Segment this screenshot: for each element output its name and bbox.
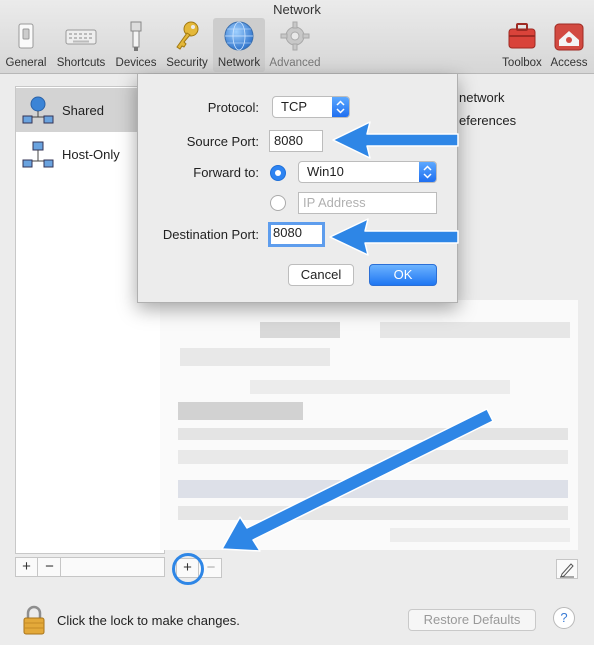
ok-button[interactable]: OK xyxy=(369,264,437,286)
sidebar-add-remove-bar: + − xyxy=(15,557,165,577)
window-toolbar: Network General Shortcuts Devices Securi… xyxy=(0,0,594,74)
ip-address-field[interactable]: IP Address xyxy=(298,192,437,214)
key-icon xyxy=(176,21,199,50)
help-button[interactable]: ? xyxy=(553,607,575,629)
protocol-value: TCP xyxy=(281,99,307,114)
port-forwarding-sheet: Protocol: TCP Source Port: 8080 Forward … xyxy=(137,74,458,303)
edit-button[interactable] xyxy=(556,559,578,579)
background-text-network: network xyxy=(459,90,505,105)
globe-icon xyxy=(224,21,254,51)
pencil-icon xyxy=(560,563,574,578)
toolbar-shortcuts-label: Shortcuts xyxy=(56,57,106,69)
destination-port-field[interactable]: 8080 xyxy=(268,222,325,247)
forward-to-label: Forward to: xyxy=(193,165,259,180)
switch-icon xyxy=(18,23,34,49)
toolbar-access[interactable]: Access xyxy=(546,18,592,72)
toolbar-advanced[interactable]: Advanced xyxy=(267,18,323,72)
background-text-preferences: eferences xyxy=(459,113,517,128)
access-icon xyxy=(554,23,584,51)
usb-icon xyxy=(130,21,142,51)
toolbar-network[interactable]: Network xyxy=(213,18,265,72)
protocol-select[interactable]: TCP xyxy=(272,96,350,118)
keyboard-icon xyxy=(65,29,97,45)
popup-arrows-icon xyxy=(419,162,436,182)
forward-vm-value: Win10 xyxy=(307,164,344,179)
sidebar-item-label: Shared xyxy=(62,103,104,118)
toolbar-toolbox[interactable]: Toolbox xyxy=(498,18,546,72)
sidebar-item-label: Host-Only xyxy=(62,147,120,162)
source-port-label: Source Port: xyxy=(186,134,259,149)
toolbar-general[interactable]: General xyxy=(4,18,48,72)
forward-vm-select[interactable]: Win10 xyxy=(298,161,437,183)
source-port-field[interactable]: 8080 xyxy=(269,130,323,152)
lock-message: Click the lock to make changes. xyxy=(57,613,240,628)
annotation-circle xyxy=(172,553,204,585)
toolbar-general-label: General xyxy=(5,57,47,69)
blurred-settings-pane xyxy=(160,300,578,550)
toolbar-shortcuts[interactable]: Shortcuts xyxy=(53,18,109,72)
popup-arrows-icon xyxy=(332,97,349,117)
toolbar-network-label: Network xyxy=(217,57,261,69)
toolbox-icon xyxy=(508,23,536,49)
add-network-button[interactable]: + xyxy=(16,558,38,576)
forward-to-ip-radio[interactable] xyxy=(270,195,286,211)
window-title: Network xyxy=(273,2,321,17)
destination-port-label: Destination Port: xyxy=(162,227,259,242)
gear-icon xyxy=(280,21,310,51)
toolbar-advanced-label: Advanced xyxy=(269,57,321,69)
toolbar-security-label: Security xyxy=(166,57,208,69)
lock-icon[interactable] xyxy=(22,605,46,635)
toolbar-security[interactable]: Security xyxy=(163,18,211,72)
forward-to-vm-radio[interactable] xyxy=(270,165,286,181)
toolbar-devices[interactable]: Devices xyxy=(113,18,159,72)
shared-network-icon xyxy=(22,96,54,124)
restore-defaults-button[interactable]: Restore Defaults xyxy=(408,609,536,631)
toolbar-devices-label: Devices xyxy=(115,57,157,69)
cancel-button[interactable]: Cancel xyxy=(288,264,354,286)
protocol-label: Protocol: xyxy=(207,100,259,115)
host-only-network-icon xyxy=(22,141,54,168)
toolbar-access-label: Access xyxy=(550,57,588,69)
toolbar-toolbox-label: Toolbox xyxy=(502,57,542,69)
remove-network-button[interactable]: − xyxy=(39,558,61,576)
